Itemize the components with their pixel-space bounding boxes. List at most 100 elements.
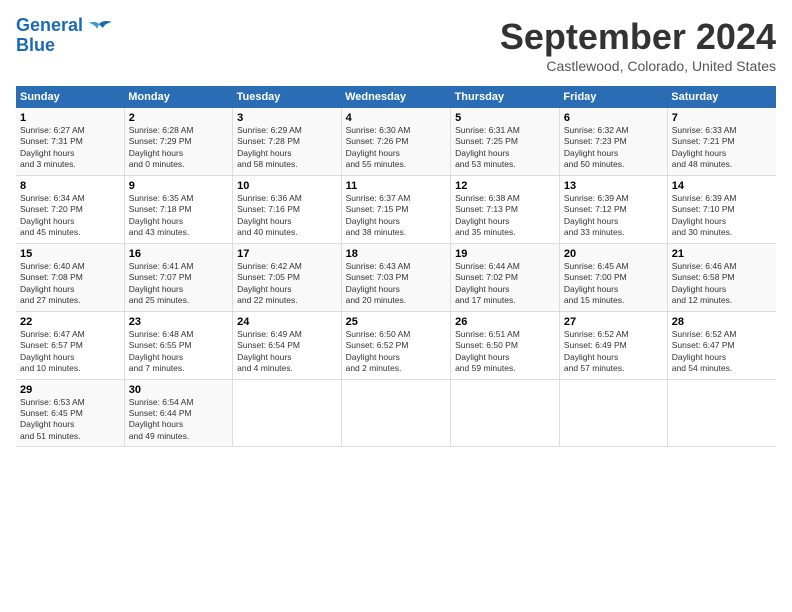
day-info: Sunrise: 6:54 AMSunset: 6:44 PMDaylight … [129,397,228,443]
day-number: 17 [237,248,336,260]
calendar-week-row: 15Sunrise: 6:40 AMSunset: 7:08 PMDayligh… [16,243,776,311]
calendar-day-cell: 22Sunrise: 6:47 AMSunset: 6:57 PMDayligh… [16,311,124,379]
day-number: 19 [455,248,555,260]
day-of-week-header: Monday [124,86,232,108]
day-number: 30 [129,384,228,396]
day-number: 12 [455,180,555,192]
day-info: Sunrise: 6:34 AMSunset: 7:20 PMDaylight … [20,193,120,239]
day-number: 1 [20,112,120,124]
day-number: 27 [564,316,663,328]
day-info: Sunrise: 6:41 AMSunset: 7:07 PMDaylight … [129,261,228,307]
calendar-day-cell [341,379,450,447]
calendar-day-cell: 6Sunrise: 6:32 AMSunset: 7:23 PMDaylight… [559,108,667,175]
calendar-day-cell: 19Sunrise: 6:44 AMSunset: 7:02 PMDayligh… [451,243,560,311]
day-info: Sunrise: 6:43 AMSunset: 7:03 PMDaylight … [346,261,446,307]
day-info: Sunrise: 6:33 AMSunset: 7:21 PMDaylight … [672,125,772,171]
day-number: 24 [237,316,336,328]
day-info: Sunrise: 6:38 AMSunset: 7:13 PMDaylight … [455,193,555,239]
calendar-week-row: 8Sunrise: 6:34 AMSunset: 7:20 PMDaylight… [16,175,776,243]
day-info: Sunrise: 6:42 AMSunset: 7:05 PMDaylight … [237,261,336,307]
calendar-day-cell: 25Sunrise: 6:50 AMSunset: 6:52 PMDayligh… [341,311,450,379]
day-number: 28 [672,316,772,328]
calendar-week-row: 1Sunrise: 6:27 AMSunset: 7:31 PMDaylight… [16,108,776,175]
logo: GeneralBlue [16,16,113,56]
calendar-week-row: 22Sunrise: 6:47 AMSunset: 6:57 PMDayligh… [16,311,776,379]
day-number: 26 [455,316,555,328]
day-info: Sunrise: 6:48 AMSunset: 6:55 PMDaylight … [129,329,228,375]
day-info: Sunrise: 6:32 AMSunset: 7:23 PMDaylight … [564,125,663,171]
day-number: 11 [346,180,446,192]
day-number: 21 [672,248,772,260]
day-info: Sunrise: 6:27 AMSunset: 7:31 PMDaylight … [20,125,120,171]
calendar-day-cell: 3Sunrise: 6:29 AMSunset: 7:28 PMDaylight… [233,108,341,175]
day-number: 6 [564,112,663,124]
calendar-day-cell: 30Sunrise: 6:54 AMSunset: 6:44 PMDayligh… [124,379,232,447]
calendar-header-row: SundayMondayTuesdayWednesdayThursdayFrid… [16,86,776,108]
month-title: September 2024 [500,16,776,58]
calendar-day-cell: 4Sunrise: 6:30 AMSunset: 7:26 PMDaylight… [341,108,450,175]
day-info: Sunrise: 6:52 AMSunset: 6:47 PMDaylight … [672,329,772,375]
day-info: Sunrise: 6:50 AMSunset: 6:52 PMDaylight … [346,329,446,375]
calendar-day-cell: 10Sunrise: 6:36 AMSunset: 7:16 PMDayligh… [233,175,341,243]
day-info: Sunrise: 6:31 AMSunset: 7:25 PMDaylight … [455,125,555,171]
calendar-day-cell: 29Sunrise: 6:53 AMSunset: 6:45 PMDayligh… [16,379,124,447]
day-info: Sunrise: 6:36 AMSunset: 7:16 PMDaylight … [237,193,336,239]
day-number: 29 [20,384,120,396]
day-info: Sunrise: 6:52 AMSunset: 6:49 PMDaylight … [564,329,663,375]
day-info: Sunrise: 6:51 AMSunset: 6:50 PMDaylight … [455,329,555,375]
day-number: 5 [455,112,555,124]
calendar-day-cell: 9Sunrise: 6:35 AMSunset: 7:18 PMDaylight… [124,175,232,243]
calendar-day-cell: 23Sunrise: 6:48 AMSunset: 6:55 PMDayligh… [124,311,232,379]
calendar-day-cell: 13Sunrise: 6:39 AMSunset: 7:12 PMDayligh… [559,175,667,243]
calendar-day-cell: 14Sunrise: 6:39 AMSunset: 7:10 PMDayligh… [667,175,776,243]
day-of-week-header: Saturday [667,86,776,108]
calendar-day-cell: 8Sunrise: 6:34 AMSunset: 7:20 PMDaylight… [16,175,124,243]
logo-bird-icon [85,20,113,42]
page-header: GeneralBlue September 2024 Castlewood, C… [16,16,776,74]
calendar-day-cell: 20Sunrise: 6:45 AMSunset: 7:00 PMDayligh… [559,243,667,311]
calendar-day-cell [451,379,560,447]
calendar-day-cell: 24Sunrise: 6:49 AMSunset: 6:54 PMDayligh… [233,311,341,379]
calendar-day-cell: 2Sunrise: 6:28 AMSunset: 7:29 PMDaylight… [124,108,232,175]
day-info: Sunrise: 6:45 AMSunset: 7:00 PMDaylight … [564,261,663,307]
calendar-day-cell: 18Sunrise: 6:43 AMSunset: 7:03 PMDayligh… [341,243,450,311]
day-number: 22 [20,316,120,328]
day-info: Sunrise: 6:30 AMSunset: 7:26 PMDaylight … [346,125,446,171]
calendar-day-cell: 15Sunrise: 6:40 AMSunset: 7:08 PMDayligh… [16,243,124,311]
day-info: Sunrise: 6:35 AMSunset: 7:18 PMDaylight … [129,193,228,239]
calendar-day-cell: 5Sunrise: 6:31 AMSunset: 7:25 PMDaylight… [451,108,560,175]
calendar-day-cell: 21Sunrise: 6:46 AMSunset: 6:58 PMDayligh… [667,243,776,311]
day-of-week-header: Friday [559,86,667,108]
calendar-week-row: 29Sunrise: 6:53 AMSunset: 6:45 PMDayligh… [16,379,776,447]
logo-text: GeneralBlue [16,16,83,56]
day-info: Sunrise: 6:29 AMSunset: 7:28 PMDaylight … [237,125,336,171]
calendar-day-cell: 11Sunrise: 6:37 AMSunset: 7:15 PMDayligh… [341,175,450,243]
day-number: 14 [672,180,772,192]
calendar-day-cell [667,379,776,447]
day-number: 9 [129,180,228,192]
day-number: 23 [129,316,228,328]
day-number: 4 [346,112,446,124]
calendar-day-cell: 12Sunrise: 6:38 AMSunset: 7:13 PMDayligh… [451,175,560,243]
day-info: Sunrise: 6:37 AMSunset: 7:15 PMDaylight … [346,193,446,239]
calendar-day-cell: 27Sunrise: 6:52 AMSunset: 6:49 PMDayligh… [559,311,667,379]
day-info: Sunrise: 6:28 AMSunset: 7:29 PMDaylight … [129,125,228,171]
day-info: Sunrise: 6:53 AMSunset: 6:45 PMDaylight … [20,397,120,443]
day-of-week-header: Wednesday [341,86,450,108]
day-info: Sunrise: 6:47 AMSunset: 6:57 PMDaylight … [20,329,120,375]
day-info: Sunrise: 6:44 AMSunset: 7:02 PMDaylight … [455,261,555,307]
day-of-week-header: Thursday [451,86,560,108]
title-section: September 2024 Castlewood, Colorado, Uni… [500,16,776,74]
day-number: 3 [237,112,336,124]
day-info: Sunrise: 6:49 AMSunset: 6:54 PMDaylight … [237,329,336,375]
day-number: 18 [346,248,446,260]
calendar-day-cell [559,379,667,447]
calendar-day-cell: 16Sunrise: 6:41 AMSunset: 7:07 PMDayligh… [124,243,232,311]
calendar-day-cell: 1Sunrise: 6:27 AMSunset: 7:31 PMDaylight… [16,108,124,175]
day-number: 20 [564,248,663,260]
calendar-day-cell: 28Sunrise: 6:52 AMSunset: 6:47 PMDayligh… [667,311,776,379]
day-info: Sunrise: 6:40 AMSunset: 7:08 PMDaylight … [20,261,120,307]
day-number: 16 [129,248,228,260]
calendar-day-cell: 26Sunrise: 6:51 AMSunset: 6:50 PMDayligh… [451,311,560,379]
day-info: Sunrise: 6:39 AMSunset: 7:12 PMDaylight … [564,193,663,239]
